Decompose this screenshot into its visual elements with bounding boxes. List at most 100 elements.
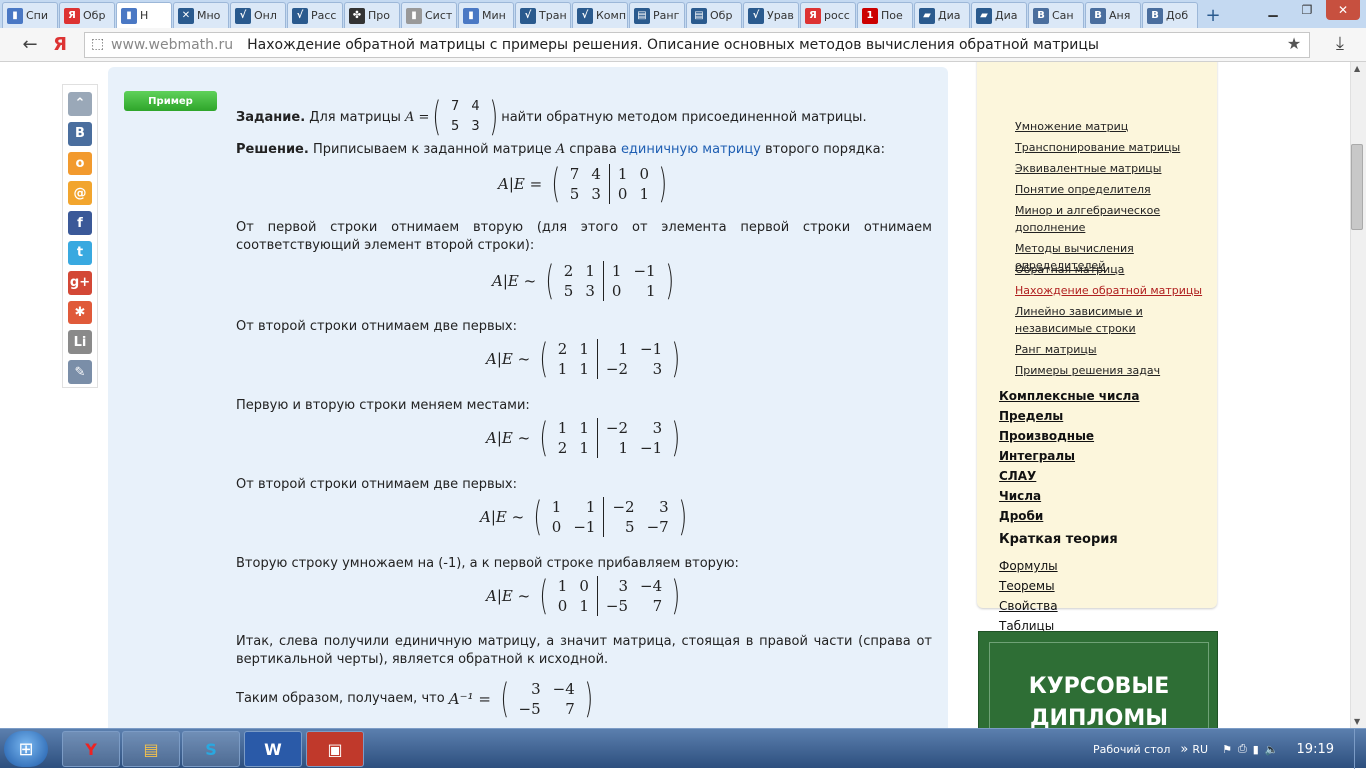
volume-icon[interactable]: 🔈 <box>1265 743 1279 756</box>
tab-label: Про <box>368 9 390 22</box>
tab-7[interactable]: ▮ Сист <box>401 2 457 28</box>
sidebar-theory-link-2[interactable]: Свойства <box>999 599 1058 613</box>
vk-icon: В <box>1090 7 1106 24</box>
tab-10[interactable]: √ Комп <box>572 2 628 28</box>
mail-share-icon[interactable]: @ <box>68 181 92 206</box>
matrix-grid: 2 1 1 1 1 −2 −1 3 <box>552 339 668 379</box>
scroll-up-icon[interactable]: ▲ <box>1354 64 1360 73</box>
tab-4[interactable]: √ Онл <box>230 2 286 28</box>
googleplus-share-icon[interactable]: g+ <box>68 270 92 295</box>
sidebar-link-1[interactable]: Транспонирование матрицы <box>1015 139 1210 156</box>
tab-15[interactable]: 1 Пое <box>857 2 913 28</box>
matrix-cell: −2 <box>612 498 635 516</box>
tab-17[interactable]: ▰ Диа <box>971 2 1027 28</box>
vk-share-icon[interactable]: В <box>68 121 92 146</box>
step-5-text: Вторую строку умножаем на (-1), а к перв… <box>236 556 739 571</box>
moimir-share-icon[interactable]: ✱ <box>68 300 92 325</box>
yandex-logo-icon[interactable]: Я <box>48 34 72 55</box>
sidebar-section-2[interactable]: Производные <box>999 429 1094 443</box>
matrix-column: 11 <box>573 339 595 379</box>
sidebar-link-8[interactable]: Линейно зависимые и независимые строки <box>1015 303 1210 337</box>
tab-label: Ранг <box>653 9 680 22</box>
tab-0[interactable]: ▮ Спи <box>2 2 58 28</box>
restore-icon[interactable]: ❐ <box>1292 0 1322 20</box>
taskbar-app[interactable]: ▣ <box>306 731 364 767</box>
sidebar-theory-link-1[interactable]: Теоремы <box>999 579 1055 593</box>
tab-20[interactable]: В Доб <box>1142 2 1198 28</box>
sidebar-link-2[interactable]: Эквивалентные матрицы <box>1015 160 1210 177</box>
tab-16[interactable]: ▰ Диа <box>914 2 970 28</box>
page-info-icon[interactable]: ⬚ <box>91 36 104 52</box>
sidebar-link-4[interactable]: Минор и алгебраическое дополнение <box>1015 202 1210 236</box>
task-paragraph: Задание. Для матрицы A = (7 5 4 3) найти об… <box>236 97 932 137</box>
ad-banner[interactable]: КУРСОВЫЕ ДИПЛОМЫ <box>978 631 1218 728</box>
taskbar-skype[interactable]: S <box>182 731 240 767</box>
tab-6[interactable]: ✤ Про <box>344 2 400 28</box>
taskbar-word[interactable]: W <box>244 731 302 767</box>
show-desktop-button[interactable] <box>1354 729 1366 769</box>
bookmark-star-icon[interactable]: ★ <box>1282 34 1306 53</box>
sidebar-link-10[interactable]: Примеры решения задач <box>1015 362 1210 379</box>
tab-1[interactable]: Я Обр <box>59 2 115 28</box>
twitter-share-icon[interactable]: t <box>68 240 92 265</box>
network-icon[interactable]: ▮ <box>1253 743 1259 756</box>
taskbar-yandex-browser[interactable]: Y <box>62 731 120 767</box>
sidebar-section-3[interactable]: Интегралы <box>999 449 1075 463</box>
bookmark-share-icon[interactable]: ✎ <box>68 360 92 384</box>
tab-11[interactable]: ▤ Ранг <box>629 2 685 28</box>
scroll-top-icon[interactable]: ⌃ <box>68 92 92 116</box>
task-text-1: Для матрицы <box>309 110 401 125</box>
flag-icon[interactable]: ⚑ <box>1222 743 1232 756</box>
desktop-label[interactable]: Рабочий стол <box>1093 743 1170 756</box>
scrollbar-thumb[interactable] <box>1351 144 1363 230</box>
tab-9[interactable]: √ Тран <box>515 2 571 28</box>
sidebar-section-1[interactable]: Пределы <box>999 409 1063 423</box>
sidebar-link-6[interactable]: Обратная матрица <box>1015 261 1210 278</box>
matrix-cell: 0 <box>639 165 649 183</box>
sidebar-link-7[interactable]: Нахождение обратной матрицы <box>1015 282 1210 299</box>
start-button[interactable]: ⊞ <box>4 731 48 767</box>
tab-13[interactable]: √ Урав <box>743 2 799 28</box>
url-field[interactable]: ⬚ www.webmath.ru Нахождение обратной мат… <box>84 32 1310 58</box>
sidebar-link-0[interactable]: Умножение матриц <box>1015 118 1210 135</box>
sidebar-section-0[interactable]: Комплексные числа <box>999 389 1139 403</box>
language-indicator[interactable]: RU <box>1192 743 1208 756</box>
tray-expand-icon[interactable]: » <box>1180 742 1188 757</box>
matrix-cell: 3 <box>585 282 595 300</box>
sidebar-link-9[interactable]: Ранг матрицы <box>1015 341 1210 358</box>
sidebar-section-4[interactable]: СЛАУ <box>999 469 1036 483</box>
minimize-icon[interactable]: ▁ <box>1258 0 1288 20</box>
back-arrow-icon[interactable]: ← <box>18 34 42 55</box>
tab-3[interactable]: ✕ Мно <box>173 2 229 28</box>
close-window-icon[interactable]: ✕ <box>1326 0 1360 20</box>
download-icon[interactable]: ⤓ <box>1328 33 1352 54</box>
scroll-down-icon[interactable]: ▼ <box>1354 717 1360 726</box>
new-tab-plus-icon[interactable]: + <box>1199 2 1227 28</box>
address-bar: ← Я ⬚ www.webmath.ru Нахождение обратной… <box>0 28 1366 62</box>
sidebar-link-3[interactable]: Понятие определителя <box>1015 181 1210 198</box>
tab-14[interactable]: Яросс <box>800 2 856 28</box>
channel-one-icon: 1 <box>862 7 878 24</box>
tab-2[interactable]: ▮ Н <box>116 2 172 28</box>
ok-share-icon[interactable]: о <box>68 151 92 176</box>
tab-8[interactable]: ▮ Мин <box>458 2 514 28</box>
tab-19[interactable]: В Аня <box>1085 2 1141 28</box>
clock[interactable]: 19:19 <box>1297 742 1334 757</box>
devices-icon[interactable]: ⎙ <box>1238 742 1247 756</box>
tab-12[interactable]: ▤ Обр <box>686 2 742 28</box>
matrix-column: 01 <box>633 164 655 204</box>
liveinternet-share-icon[interactable]: Li <box>68 330 92 355</box>
facebook-share-icon[interactable]: f <box>68 211 92 235</box>
matrix-cell: 0 <box>617 185 628 203</box>
matrix-cell: −2 <box>605 419 629 437</box>
sidebar-section-6[interactable]: Дроби <box>999 509 1043 523</box>
tab-5[interactable]: √ Расс <box>287 2 343 28</box>
identity-matrix-link[interactable]: единичную матрицу <box>621 142 761 157</box>
sidebar-theory-link-0[interactable]: Формулы <box>999 559 1058 573</box>
sidebar-section-5[interactable]: Числа <box>999 489 1041 503</box>
tab-18[interactable]: В Сан <box>1028 2 1084 28</box>
step-6-text: Итак, слева получили единичную матрицу, … <box>236 634 932 667</box>
chat-icon: ▰ <box>976 7 992 24</box>
solution-label: Решение. <box>236 142 309 157</box>
taskbar-explorer[interactable]: ▤ <box>122 731 180 767</box>
